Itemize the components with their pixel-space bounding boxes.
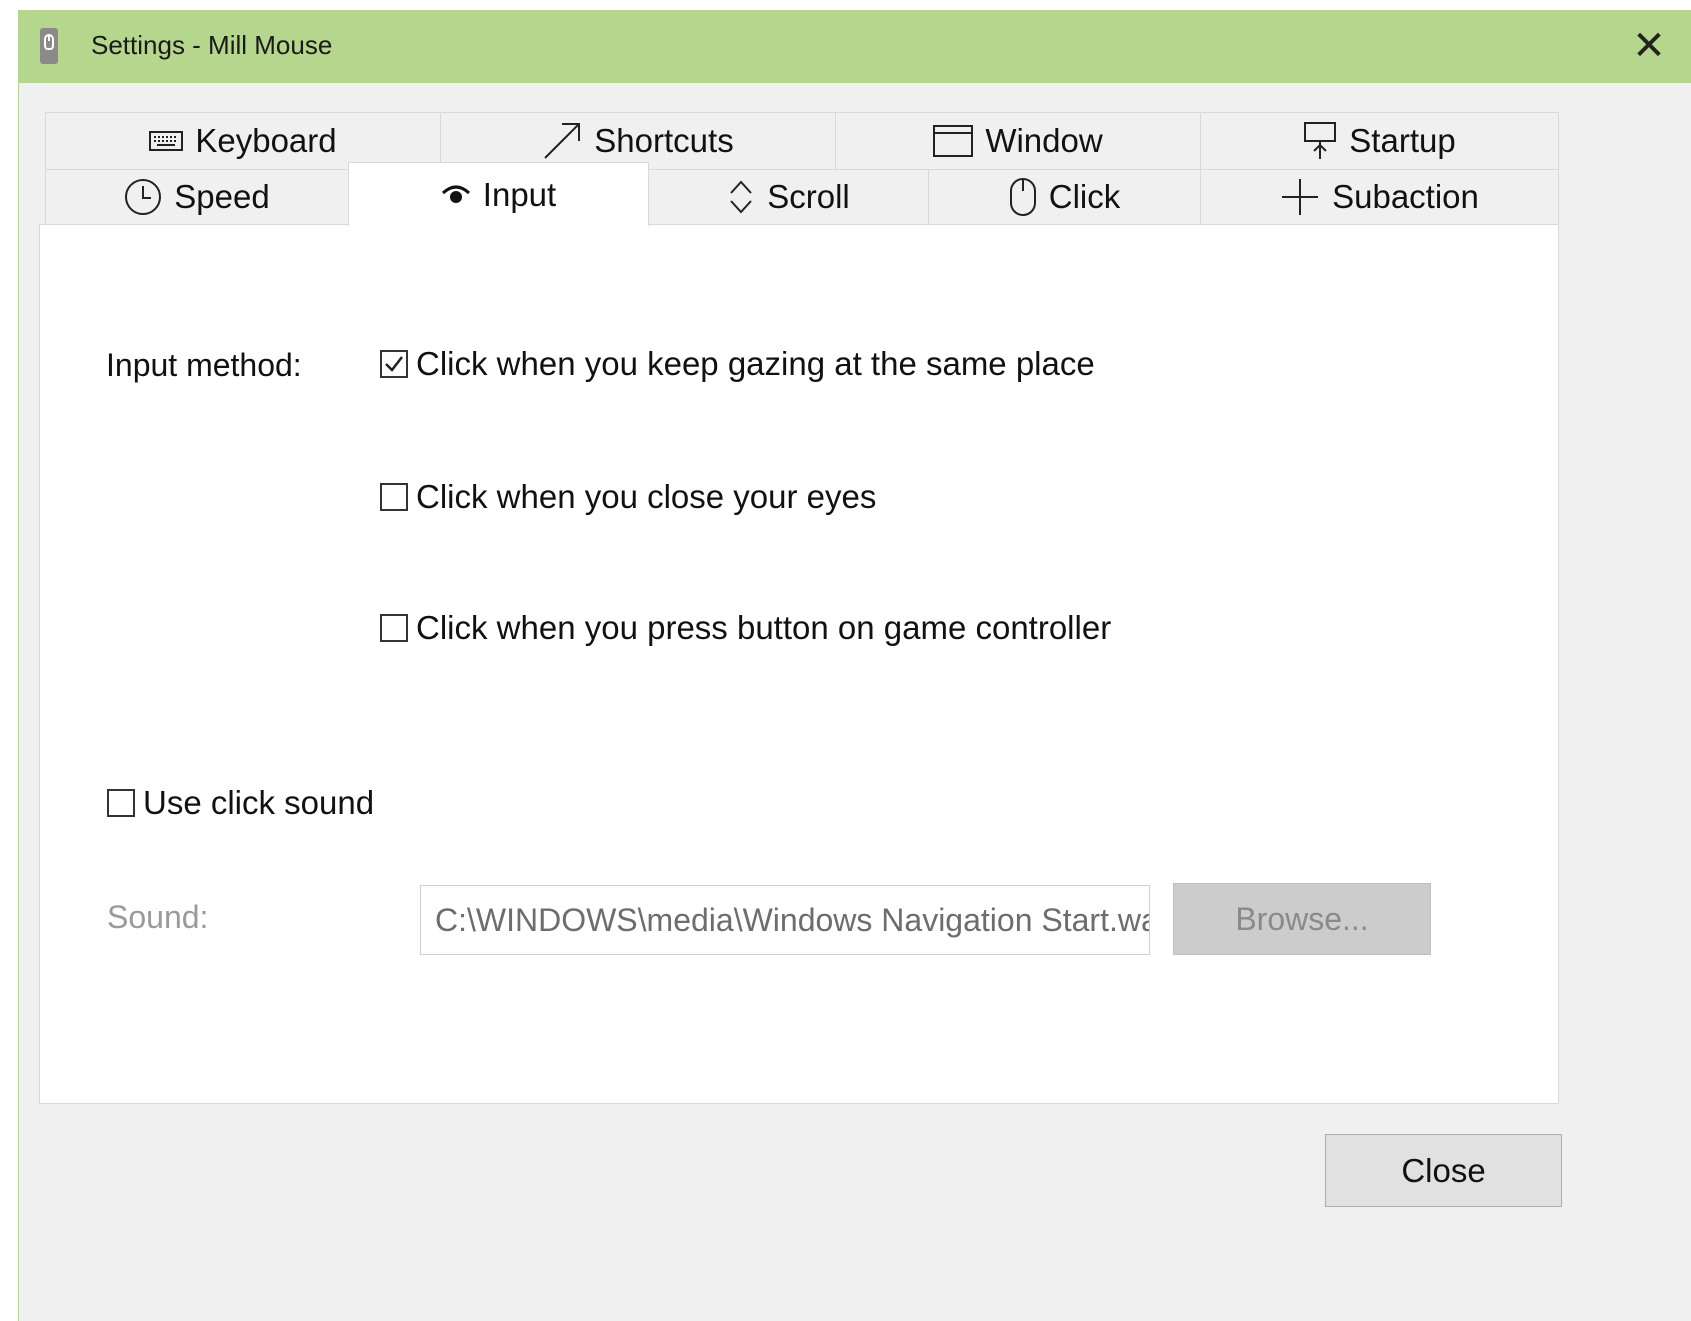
option-close-eyes-click[interactable]: Click when you close your eyes — [380, 478, 876, 516]
arrow-up-right-icon — [542, 121, 582, 161]
tab-startup[interactable]: Startup — [1200, 112, 1559, 170]
tab-scroll-label: Scroll — [767, 178, 850, 215]
option-gaze-click[interactable]: Click when you keep gazing at the same p… — [380, 345, 1095, 383]
tab-speed-label: Speed — [174, 178, 270, 215]
checkbox-unchecked[interactable] — [107, 789, 135, 817]
clock-icon — [124, 178, 162, 216]
tab-subaction-label: Subaction — [1332, 178, 1479, 215]
sound-label: Sound: — [107, 899, 209, 935]
tab-subaction[interactable]: Subaction — [1200, 169, 1559, 225]
use-click-sound-label: Use click sound — [143, 784, 375, 821]
mouse-app-icon — [40, 28, 58, 64]
eye-icon — [441, 183, 471, 207]
window-title: Settings - Mill Mouse — [91, 30, 333, 60]
tab-input-label: Input — [482, 175, 557, 213]
tab-startup-label: Startup — [1349, 122, 1456, 159]
tab-click-label: Click — [1048, 178, 1121, 215]
tab-speed[interactable]: Speed — [45, 169, 349, 225]
window-close-button[interactable]: ✕ — [1619, 16, 1679, 76]
keyboard-icon — [149, 131, 184, 151]
title-bar: Settings - Mill Mouse ✕ — [19, 10, 1691, 83]
tab-window[interactable]: Window — [835, 112, 1201, 170]
option-game-controller-click[interactable]: Click when you press button on game cont… — [380, 609, 1111, 647]
tab-window-label: Window — [985, 122, 1103, 159]
scroll-icon — [727, 178, 755, 216]
close-button[interactable]: Close — [1325, 1134, 1562, 1207]
startup-icon — [1303, 121, 1337, 161]
checkbox-unchecked[interactable] — [380, 483, 408, 511]
tab-scroll[interactable]: Scroll — [648, 169, 929, 225]
option-close-eyes-click-label: Click when you close your eyes — [416, 478, 877, 515]
input-tab-panel: Input method: Click when you keep gazing… — [39, 224, 1559, 1104]
tab-click[interactable]: Click — [928, 169, 1201, 225]
checkbox-unchecked[interactable] — [380, 614, 408, 642]
tab-keyboard-label: Keyboard — [195, 122, 337, 159]
option-gaze-click-label: Click when you keep gazing at the same p… — [416, 345, 1095, 382]
use-click-sound-checkbox[interactable]: Use click sound — [107, 784, 374, 822]
mouse-icon — [1009, 177, 1037, 217]
option-game-controller-click-label: Click when you press button on game cont… — [416, 609, 1112, 646]
sound-path-field[interactable]: C:\WINDOWS\media\Windows Navigation Star… — [420, 885, 1150, 955]
browse-button[interactable]: Browse... — [1173, 883, 1431, 955]
plus-icon — [1280, 177, 1320, 217]
checkbox-checked[interactable] — [380, 350, 408, 378]
window-icon — [933, 125, 974, 157]
tab-shortcuts-label: Shortcuts — [594, 122, 734, 159]
tab-input[interactable]: Input — [348, 162, 649, 226]
input-method-label: Input method: — [106, 347, 302, 383]
settings-window: Settings - Mill Mouse ✕ Keyboard Shortcu… — [18, 10, 1691, 1321]
